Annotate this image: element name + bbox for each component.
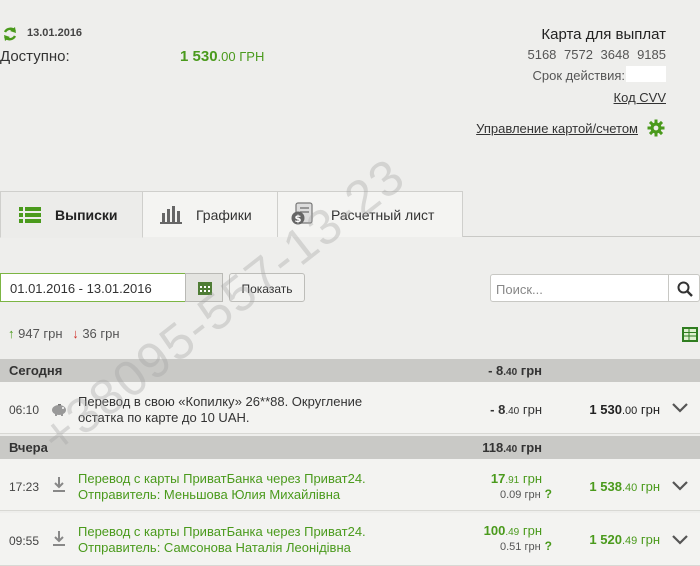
tx-balance: 1 530.00 грн <box>589 402 660 417</box>
account-summary: 13.01.2016 Доступно: 1 530.00 ГРН Карта … <box>0 0 700 190</box>
transaction-row[interactable]: 09:55 Перевод с карты ПриватБанка через … <box>0 513 700 566</box>
income-total: 947 грн <box>18 326 63 341</box>
card-expiry-value <box>626 66 666 82</box>
tx-balance: 1 520.49 грн <box>589 532 660 547</box>
tab-payslip-label: Расчетный лист <box>331 207 435 223</box>
tab-statements[interactable]: Выписки <box>0 191 143 238</box>
tab-charts[interactable]: Графики <box>142 191 278 237</box>
refresh-icon[interactable] <box>2 26 18 42</box>
manage-card-link[interactable]: Управление картой/счетом <box>476 121 638 136</box>
day-header-yesterday: Вчера 118.40 грн <box>0 436 700 459</box>
calendar-icon <box>198 282 212 295</box>
card-title: Карта для выплат <box>541 26 666 43</box>
transaction-row[interactable]: 06:10 Перевод в свою «Копилку» 26**88. О… <box>0 382 700 434</box>
tx-balance: 1 538.40 грн <box>589 479 660 494</box>
filter-bar: 01.01.2016 - 13.01.2016 Показать Поиск..… <box>0 272 700 304</box>
transaction-row[interactable]: 17:23 Перевод с карты ПриватБанка через … <box>0 459 700 511</box>
expense-arrow-icon: ↓ <box>72 326 79 341</box>
search-input[interactable]: Поиск... <box>490 274 669 302</box>
available-balance: 1 530.00 ГРН <box>180 48 265 65</box>
day-sum: 118.40 грн <box>482 440 542 455</box>
current-date: 13.01.2016 <box>27 27 83 39</box>
chevron-down-icon[interactable] <box>672 535 688 545</box>
fee-help-icon[interactable]: ? <box>545 487 552 501</box>
tx-fee: 0.51 грн? <box>499 539 552 553</box>
gear-icon[interactable] <box>647 119 665 137</box>
download-icon <box>53 531 65 546</box>
calendar-button[interactable] <box>185 273 223 302</box>
card-number: 5168 7572 3648 9185 <box>527 47 666 62</box>
available-label: Доступно: <box>0 48 70 65</box>
tx-amount: 100.49 грн <box>483 523 542 538</box>
excel-export-icon[interactable] <box>682 327 698 342</box>
chevron-down-icon[interactable] <box>672 403 688 413</box>
tx-description: Перевод с карты ПриватБанка через Приват… <box>78 471 366 502</box>
list-icon <box>19 207 41 223</box>
payslip-icon: $ <box>291 202 313 225</box>
period-totals: ↑ 947 грн ↓ 36 грн <box>8 326 120 341</box>
tx-time: 06:10 <box>9 403 40 417</box>
tx-time: 09:55 <box>9 534 40 548</box>
day-name: Сегодня <box>9 363 63 378</box>
cvv-link[interactable]: Код CVV <box>614 90 666 105</box>
show-button[interactable]: Показать <box>229 273 305 302</box>
tab-statements-label: Выписки <box>55 207 118 223</box>
day-sum: - 8.40 грн <box>488 363 542 378</box>
svg-text:$: $ <box>295 214 302 225</box>
day-name: Вчера <box>9 440 48 455</box>
tx-amount: - 8.40 грн <box>490 402 542 417</box>
income-arrow-icon: ↑ <box>8 326 15 341</box>
tx-amount: 17.91 грн <box>490 471 542 486</box>
search-button[interactable] <box>668 274 700 302</box>
piggy-bank-icon <box>52 404 66 416</box>
tab-bar: Выписки Графики $ Расчетный лист <box>0 191 700 238</box>
bar-chart-icon <box>160 206 182 224</box>
download-icon <box>53 477 65 492</box>
tx-description: Перевод в свою «Копилку» 26**88. Округле… <box>78 394 363 425</box>
expense-total: 36 грн <box>82 326 120 341</box>
day-header-today: Сегодня - 8.40 грн <box>0 359 700 382</box>
chevron-down-icon[interactable] <box>672 481 688 491</box>
fee-help-icon[interactable]: ? <box>545 539 552 553</box>
tx-time: 17:23 <box>9 480 40 494</box>
card-expiry-label: Срок действия: <box>532 68 626 83</box>
tx-fee: 0.09 грн? <box>499 487 552 501</box>
tab-charts-label: Графики <box>196 207 252 223</box>
search-icon <box>677 281 693 297</box>
tab-payslip[interactable]: $ Расчетный лист <box>277 191 463 237</box>
date-range-input[interactable]: 01.01.2016 - 13.01.2016 <box>0 273 186 302</box>
tx-description: Перевод с карты ПриватБанка через Приват… <box>78 524 366 555</box>
